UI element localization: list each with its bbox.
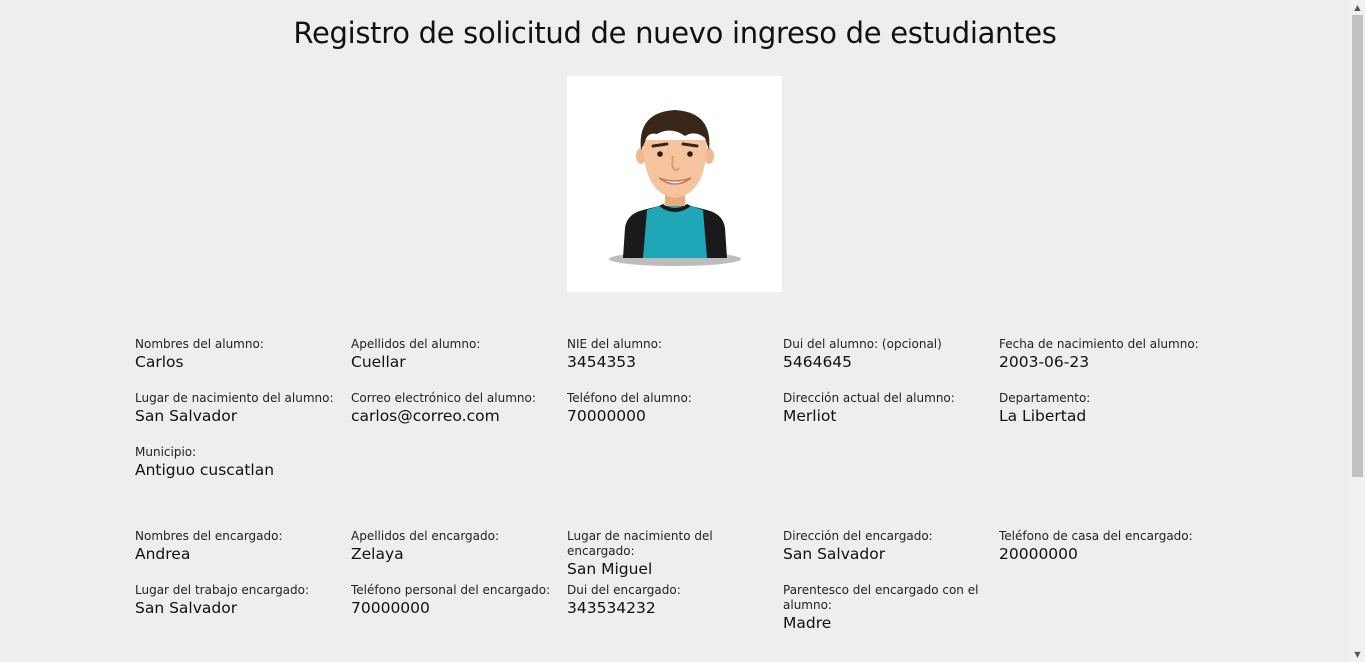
field-value: San Miguel [567,560,653,578]
field-value: Antiguo cuscatlan [135,461,275,479]
field-guardian-dui: Dui del encargado: 343534232 [567,583,782,618]
field-label: Teléfono personal del encargado: [351,583,551,597]
field-guardian-first-name: Nombres del encargado: Andrea [135,529,350,564]
field-label: Teléfono del alumno: [567,391,692,405]
field-student-last-name: Apellidos del alumno: Cuellar [351,337,566,372]
field-label: Nombres del encargado: [135,529,283,543]
field-guardian-last-name: Apellidos del encargado: Zelaya [351,529,566,564]
field-student-birthplace: Lugar de nacimiento del alumno: San Salv… [135,391,350,426]
field-label: Nombres del alumno: [135,337,264,351]
field-guardian-address: Dirección del encargado: San Salvador [783,529,998,564]
student-avatar-icon [609,110,741,266]
field-label: NIE del alumno: [567,337,663,351]
field-label: Teléfono de casa del encargado: [999,529,1193,543]
field-value: 70000000 [567,407,646,425]
field-student-birthdate: Fecha de nacimiento del alumno: 2003-06-… [999,337,1214,372]
field-guardian-workplace: Lugar del trabajo encargado: San Salvado… [135,583,350,618]
field-label: Municipio: [135,445,197,459]
field-value: carlos@correo.com [351,407,500,425]
field-label: Lugar de nacimiento del alumno: [135,391,334,405]
field-student-dui: Dui del alumno: (opcional) 5464645 [783,337,998,372]
field-label: Parentesco del encargado con el alumno: [783,583,979,612]
field-student-nie: NIE del alumno: 3454353 [567,337,782,372]
field-label: Dui del alumno: (opcional) [783,337,942,351]
field-value: La Libertad [999,407,1087,425]
field-value: Andrea [135,545,191,563]
field-label: Dui del encargado: [567,583,681,597]
field-student-first-name: Nombres del alumno: Carlos [135,337,350,372]
field-student-email: Correo electrónico del alumno: carlos@co… [351,391,566,426]
field-guardian-birthplace: Lugar de nacimiento del encargado: San M… [567,529,782,579]
field-value: Madre [783,614,832,632]
page-title: Registro de solicitud de nuevo ingreso d… [293,16,1057,50]
field-guardian-relationship: Parentesco del encargado con el alumno: … [783,583,983,633]
scroll-down-arrow-icon[interactable]: ▼ [1350,647,1365,662]
field-value: 20000000 [999,545,1078,563]
field-value: San Salvador [135,407,238,425]
field-value: 5464645 [783,353,853,371]
field-label: Dirección del encargado: [783,529,933,543]
field-value: 3454353 [567,353,637,371]
field-label: Lugar de nacimiento del encargado: [567,529,713,558]
field-label: Departamento: [999,391,1091,405]
student-photo [567,76,782,292]
field-student-address: Dirección actual del alumno: Merliot [783,391,998,426]
field-value: San Salvador [783,545,886,563]
field-label: Dirección actual del alumno: [783,391,955,405]
field-value: Merliot [783,407,837,425]
field-label: Fecha de nacimiento del alumno: [999,337,1199,351]
field-value: Cuellar [351,353,406,371]
scroll-up-arrow-icon[interactable]: ▲ [1350,0,1365,15]
field-label: Apellidos del alumno: [351,337,481,351]
field-value: 2003-06-23 [999,353,1090,371]
field-guardian-home-phone: Teléfono de casa del encargado: 20000000 [999,529,1214,564]
vertical-scrollbar[interactable]: ▲ ▼ [1350,0,1365,662]
field-value: 343534232 [567,599,656,617]
field-label: Apellidos del encargado: [351,529,500,543]
field-guardian-personal-phone: Teléfono personal del encargado: 7000000… [351,583,566,618]
field-value: San Salvador [135,599,238,617]
field-value: Carlos [135,353,184,371]
field-student-phone: Teléfono del alumno: 70000000 [567,391,782,426]
field-value: Zelaya [351,545,404,563]
field-label: Correo electrónico del alumno: [351,391,536,405]
scrollbar-thumb[interactable] [1352,15,1363,477]
field-student-municipality: Municipio: Antiguo cuscatlan [135,445,350,480]
field-label: Lugar del trabajo encargado: [135,583,310,597]
field-student-department: Departamento: La Libertad [999,391,1214,426]
field-value: 70000000 [351,599,430,617]
